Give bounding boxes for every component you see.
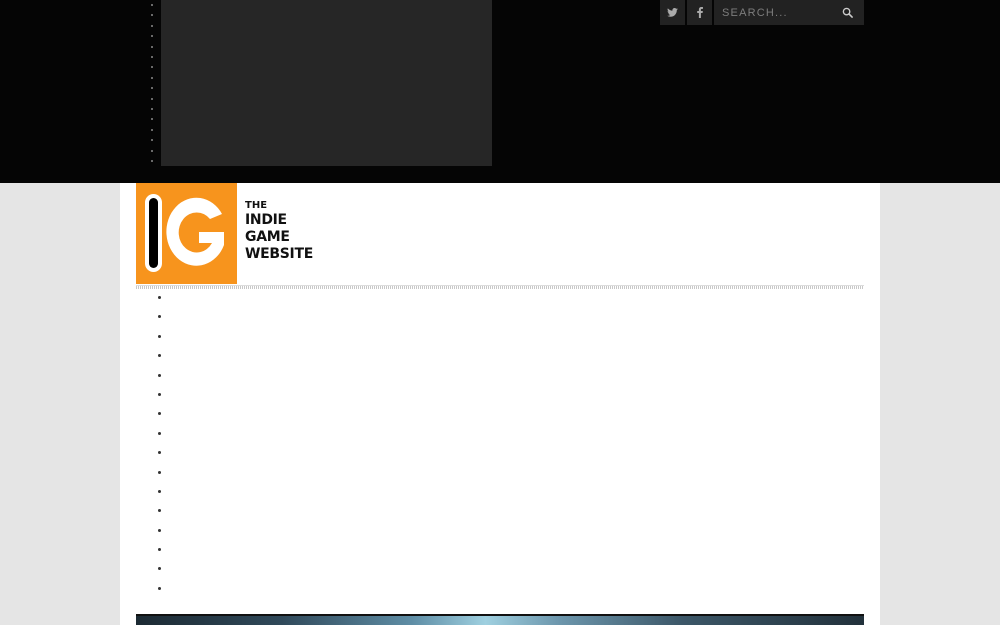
top-menu-bullet xyxy=(151,160,153,162)
menu-item[interactable] xyxy=(158,500,168,519)
top-menu-bullet xyxy=(151,66,153,69)
top-menu-bullet xyxy=(151,56,153,58)
menu-item[interactable] xyxy=(158,423,168,442)
menu-item[interactable] xyxy=(158,326,168,345)
site-logo-text: THE INDIE GAME WEBSITE xyxy=(245,199,313,263)
top-menu-bullet xyxy=(151,24,153,27)
menu-item[interactable] xyxy=(158,558,168,577)
top-menu-bullet xyxy=(151,4,153,6)
top-menu-bullets xyxy=(149,0,157,168)
menu-item[interactable] xyxy=(158,306,168,325)
top-menu-bullet xyxy=(151,139,153,142)
search-input[interactable] xyxy=(714,0,836,25)
top-header-bar xyxy=(0,0,1000,183)
twitter-button[interactable] xyxy=(660,0,685,25)
logo-line-indie: INDIE xyxy=(245,212,287,228)
top-menu-bullet xyxy=(151,128,153,131)
menu-item[interactable] xyxy=(158,365,168,384)
top-menu-bullet xyxy=(151,35,153,38)
search-icon xyxy=(842,7,853,18)
site-logo-mark xyxy=(136,183,237,284)
facebook-button[interactable] xyxy=(687,0,712,25)
logo-line-the: THE xyxy=(245,200,268,211)
top-menu-bullet xyxy=(151,149,153,152)
advertisement-placeholder xyxy=(161,0,492,166)
main-content: THE INDIE GAME WEBSITE xyxy=(120,183,880,625)
menu-item[interactable] xyxy=(158,539,168,558)
site-logo-link[interactable]: THE INDIE GAME WEBSITE xyxy=(136,183,326,284)
top-menu-bullet xyxy=(151,87,153,90)
menu-item[interactable] xyxy=(158,287,168,306)
menu-item[interactable] xyxy=(158,481,168,500)
menu-item[interactable] xyxy=(158,442,168,461)
top-menu-bullet xyxy=(151,118,153,121)
menu-item[interactable] xyxy=(158,578,168,597)
logo-line-website: WEBSITE xyxy=(245,246,313,262)
top-menu-bullet xyxy=(151,45,153,48)
menu-item[interactable] xyxy=(158,345,168,364)
search-button[interactable] xyxy=(836,0,858,25)
twitter-icon xyxy=(667,8,678,17)
header-divider xyxy=(136,285,864,289)
facebook-icon xyxy=(696,7,703,18)
menu-item[interactable] xyxy=(158,462,168,481)
top-menu-bullet xyxy=(151,97,153,100)
main-menu-list xyxy=(158,287,168,597)
menu-item[interactable] xyxy=(158,384,168,403)
logo-line-game: GAME xyxy=(245,229,290,245)
top-menu-bullet xyxy=(151,14,153,17)
featured-image[interactable] xyxy=(136,614,864,625)
menu-item[interactable] xyxy=(158,520,168,539)
search-box xyxy=(714,0,864,25)
top-menu-bullet xyxy=(151,76,153,79)
top-menu-bullet xyxy=(151,108,153,110)
menu-item[interactable] xyxy=(158,403,168,422)
